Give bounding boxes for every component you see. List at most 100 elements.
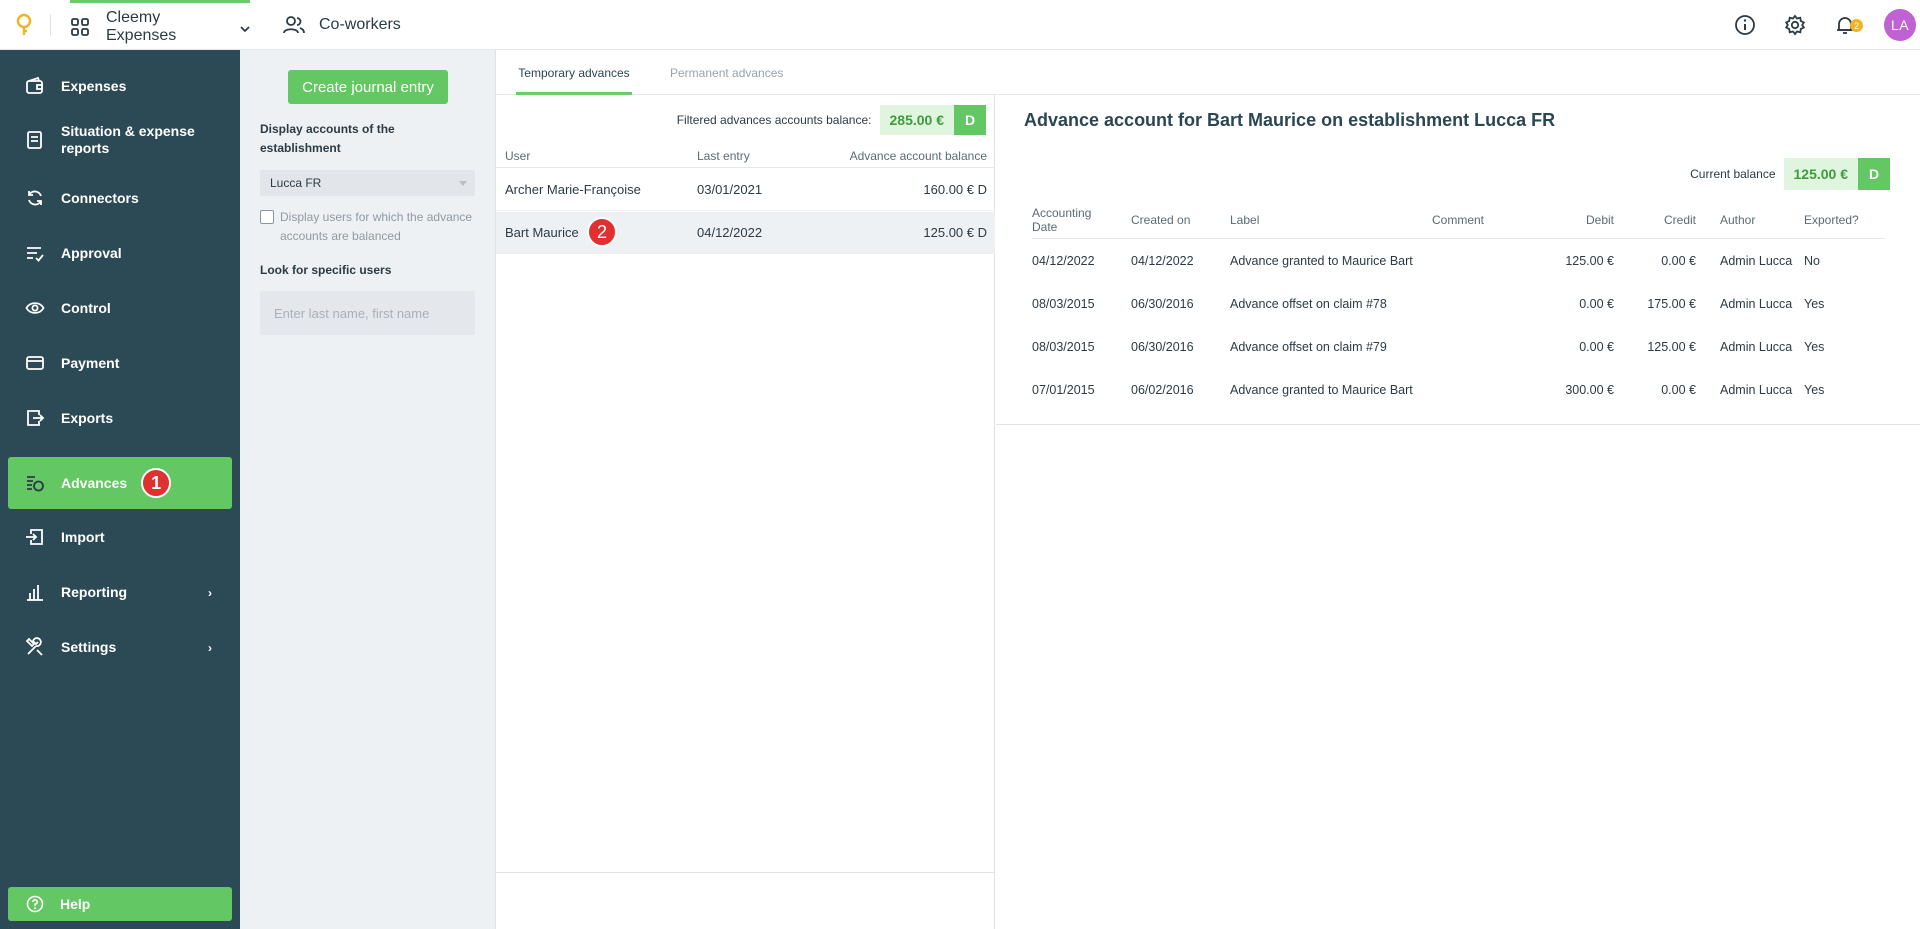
cell-author: Admin Lucca bbox=[1720, 254, 1793, 268]
cell-credit: 0.00 € bbox=[1661, 254, 1696, 268]
export-icon bbox=[25, 408, 45, 428]
checkbox-box[interactable] bbox=[260, 210, 274, 224]
sidebar-item-label: Reporting bbox=[61, 584, 128, 600]
sidebar-item-label: Connectors bbox=[61, 190, 139, 206]
current-balance-amount: 125.00 € bbox=[1783, 158, 1858, 190]
tab-temporary-advances[interactable]: Temporary advances bbox=[516, 50, 632, 95]
list-row-selected[interactable]: Bart Maurice 2 04/12/2022 125.00 € D bbox=[496, 212, 995, 254]
sidebar-item-approval[interactable]: Approval bbox=[8, 227, 232, 279]
column-header-balance[interactable]: Advance account balance bbox=[850, 149, 987, 163]
import-icon bbox=[25, 527, 45, 547]
sidebar-item-reporting[interactable]: Reporting › bbox=[8, 566, 232, 618]
topbar-divider bbox=[50, 14, 51, 36]
column-header-credit: Credit bbox=[1663, 213, 1696, 227]
sidebar-item-advances[interactable]: Advances 1 bbox=[8, 457, 232, 509]
cell-created-on: 06/02/2016 bbox=[1131, 383, 1194, 397]
row-last-entry: 04/12/2022 bbox=[697, 225, 763, 240]
avatar[interactable]: LA bbox=[1884, 9, 1916, 41]
cell-created-on: 06/30/2016 bbox=[1131, 340, 1194, 354]
search-users-label: Look for specific users bbox=[260, 263, 392, 277]
sidebar-item-label: Settings bbox=[61, 639, 117, 655]
row-balance: 125.00 € D bbox=[923, 225, 987, 240]
chevron-right-icon: › bbox=[208, 641, 212, 655]
cell-debit: 0.00 € bbox=[1579, 297, 1614, 311]
row-balance: 160.00 € D bbox=[923, 182, 987, 197]
coins-icon bbox=[25, 473, 45, 493]
filter-panel: Create journal entry Display accounts of… bbox=[240, 50, 495, 929]
app-grid-icon bbox=[70, 17, 90, 37]
create-journal-entry-button[interactable]: Create journal entry bbox=[288, 70, 448, 104]
list-row[interactable]: Archer Marie-Françoise 03/01/2021 160.00… bbox=[496, 169, 995, 211]
sidebar-item-control[interactable]: Control bbox=[8, 282, 232, 334]
column-header-user[interactable]: User bbox=[505, 149, 530, 163]
row-last-entry: 03/01/2021 bbox=[697, 182, 763, 197]
cell-accounting-date: 04/12/2022 bbox=[1032, 254, 1095, 268]
advances-accounts-list: Filtered advances accounts balance: 285.… bbox=[495, 95, 995, 929]
step-marker-2: 2 bbox=[587, 217, 617, 247]
eye-icon bbox=[25, 298, 45, 318]
cell-exported: Yes bbox=[1804, 340, 1825, 354]
cell-label: Advance granted to Maurice Bart bbox=[1230, 383, 1413, 397]
establishment-select[interactable]: Lucca FR bbox=[260, 170, 475, 196]
cell-debit: 0.00 € bbox=[1579, 340, 1614, 354]
card-icon bbox=[25, 353, 45, 373]
wallet-icon bbox=[25, 76, 45, 96]
help-icon bbox=[26, 895, 44, 913]
column-header-last-entry[interactable]: Last entry bbox=[697, 149, 750, 163]
sidebar-item-situation[interactable]: Situation & expense reports bbox=[8, 112, 232, 168]
cell-label: Advance offset on claim #79 bbox=[1230, 340, 1387, 354]
cell-created-on: 06/30/2016 bbox=[1131, 297, 1194, 311]
cell-author: Admin Lucca bbox=[1720, 297, 1793, 311]
cell-debit: 125.00 € bbox=[1565, 254, 1614, 268]
establishment-label: Display accounts of the establishment bbox=[260, 122, 395, 155]
tab-permanent-advances[interactable]: Permanent advances bbox=[670, 50, 783, 95]
cell-accounting-date: 08/03/2015 bbox=[1032, 340, 1095, 354]
notifications-bell-icon[interactable]: 2 bbox=[1834, 14, 1863, 36]
sidebar-item-label: Exports bbox=[61, 410, 114, 426]
column-header-accounting-date: Accounting Date bbox=[1032, 206, 1091, 234]
table-row: 04/12/2022 04/12/2022 Advance granted to… bbox=[1032, 240, 1886, 283]
sidebar-item-settings[interactable]: Settings › bbox=[8, 621, 232, 673]
detail-title: Advance account for Bart Maurice on esta… bbox=[1024, 110, 1556, 130]
advance-account-detail: Advance account for Bart Maurice on esta… bbox=[996, 95, 1920, 425]
table-row: 08/03/2015 06/30/2016 Advance offset on … bbox=[1032, 326, 1886, 369]
help-button[interactable]: Help bbox=[8, 887, 232, 921]
lucca-logo-icon[interactable] bbox=[14, 13, 34, 37]
filtered-balance: Filtered advances accounts balance: 285.… bbox=[677, 105, 986, 135]
cell-credit: 125.00 € bbox=[1647, 340, 1696, 354]
app-switcher[interactable]: Cleemy Expenses bbox=[70, 0, 250, 50]
cell-accounting-date: 07/01/2015 bbox=[1032, 383, 1095, 397]
sidebar-item-label: Payment bbox=[61, 355, 120, 371]
tools-icon bbox=[25, 637, 45, 657]
list-footer-divider bbox=[496, 872, 995, 873]
step-marker-1: 1 bbox=[141, 468, 172, 498]
sidebar-item-expenses[interactable]: Expenses bbox=[8, 60, 232, 112]
column-header-label: Label bbox=[1230, 213, 1260, 227]
table-row: 08/03/2015 06/30/2016 Advance offset on … bbox=[1032, 283, 1886, 326]
sidebar-item-label: Control bbox=[61, 300, 111, 316]
cell-label: Advance granted to Maurice Bart bbox=[1230, 254, 1413, 268]
help-label: Help bbox=[60, 896, 91, 912]
coworkers-link[interactable]: Co-workers bbox=[283, 0, 401, 50]
table-row: 07/01/2015 06/02/2016 Advance granted to… bbox=[1032, 369, 1886, 412]
cell-accounting-date: 08/03/2015 bbox=[1032, 297, 1095, 311]
sidebar-item-exports[interactable]: Exports bbox=[8, 392, 232, 444]
cell-credit: 175.00 € bbox=[1647, 297, 1696, 311]
sidebar-item-payment[interactable]: Payment bbox=[8, 337, 232, 389]
sidebar-item-connectors[interactable]: Connectors bbox=[8, 172, 232, 224]
balanced-accounts-checkbox[interactable]: Display users for which the advance acco… bbox=[260, 208, 475, 246]
cell-label: Advance offset on claim #78 bbox=[1230, 297, 1387, 311]
sidebar-item-label: Advances bbox=[61, 475, 128, 491]
settings-gear-icon[interactable] bbox=[1784, 14, 1806, 36]
advances-tabs: Temporary advances Permanent advances bbox=[495, 50, 1920, 95]
filtered-balance-label: Filtered advances accounts balance: bbox=[676, 113, 872, 127]
accounting-date-line2: Date bbox=[1032, 220, 1058, 234]
sidebar-item-import[interactable]: Import bbox=[8, 511, 232, 563]
info-icon[interactable] bbox=[1734, 14, 1756, 36]
chevron-right-icon: › bbox=[208, 586, 212, 600]
user-search-input[interactable] bbox=[260, 291, 475, 335]
column-header-created-on: Created on bbox=[1131, 213, 1191, 227]
entries-table-header: Accounting Date Created on Label Comment … bbox=[1032, 203, 1886, 239]
list-header: User Last entry Advance account balance bbox=[496, 145, 995, 168]
current-balance-label: Current balance bbox=[1690, 167, 1776, 181]
